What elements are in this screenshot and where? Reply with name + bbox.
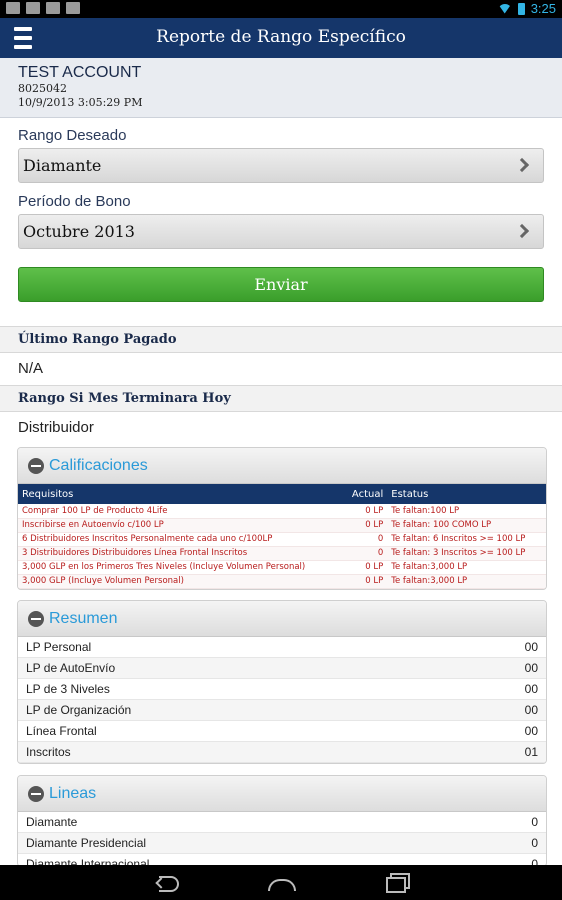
col-header-status: Estatus [387, 484, 546, 504]
summary-key: Inscritos [26, 745, 71, 759]
summary-row: LP de 3 Niveles 00 [18, 679, 546, 700]
last-rank-value: N/A [18, 360, 44, 377]
account-info: TEST ACCOUNT 8025042 10/9/2013 3:05:29 P… [0, 58, 562, 118]
summary-value: 00 [524, 682, 538, 696]
table-row: 3,000 GLP en los Primeros Tres Niveles (… [18, 560, 546, 575]
system-nav-bar [0, 865, 562, 900]
actual-cell: 0 [343, 546, 388, 561]
lines-row: Diamante Presidencial 0 [18, 833, 546, 854]
summary-key: LP de AutoEnvío [26, 661, 116, 675]
period-select-value: Octubre 2013 [23, 222, 135, 241]
summary-row: LP Personal 00 [18, 637, 546, 658]
lines-value: 0 [531, 836, 538, 850]
summary-key: Línea Frontal [26, 724, 97, 738]
home-icon[interactable] [268, 871, 296, 893]
rank-label: Rango Deseado [18, 127, 127, 144]
last-rank-header: Último Rango Pagado [0, 326, 562, 353]
table-row: 6 Distribuidores Inscritos Personalmente… [18, 532, 546, 547]
qualifications-title: Calificaciones [49, 457, 148, 474]
req-cell: Comprar 100 LP de Producto 4Life [18, 504, 344, 519]
lines-key: Diamante Presidencial [26, 836, 147, 850]
status-cell: Te faltan:100 LP [387, 504, 546, 519]
status-time: 3:25 [530, 1, 556, 16]
summary-title: Resumen [49, 610, 118, 627]
summary-key: LP Personal [26, 640, 92, 654]
status-cell: Te faltan: 100 COMO LP [387, 518, 546, 533]
summary-row: LP de AutoEnvío 00 [18, 658, 546, 679]
if-month-ended-header: Rango Si Mes Terminara Hoy [0, 385, 562, 412]
page-title: Reporte de Rango Específico [156, 27, 406, 47]
lines-panel: Lineas Diamante 0 Diamante Presidencial 0 … [17, 775, 547, 867]
status-cell: Te faltan: 6 Inscritos >= 100 LP [387, 532, 546, 547]
table-row: 3 Distribuidores Distribuidores Línea Fr… [18, 546, 546, 561]
actual-cell: 0 LP [343, 518, 388, 533]
back-icon[interactable] [154, 871, 180, 893]
period-select[interactable]: Octubre 2013 [18, 214, 544, 249]
period-label: Período de Bono [18, 193, 131, 210]
actual-cell: 0 LP [343, 504, 388, 519]
account-name: TEST ACCOUNT [18, 64, 142, 81]
req-cell: 3,000 GLP (Incluye Volumen Personal) [18, 574, 344, 589]
table-row: 3,000 GLP (Incluye Volumen Personal) 0 L… [18, 574, 546, 589]
summary-row: LP de Organización 00 [18, 700, 546, 721]
summary-value: 00 [524, 703, 538, 717]
req-cell: 3,000 GLP en los Primeros Tres Niveles (… [18, 560, 344, 575]
chevron-right-icon [514, 223, 530, 239]
notification-icons [6, 2, 80, 14]
summary-value: 01 [524, 745, 538, 759]
collapse-icon[interactable] [28, 611, 44, 627]
email-notification-icon [46, 2, 60, 14]
req-cell: 6 Distribuidores Inscritos Personalmente… [18, 532, 344, 547]
if-month-ended-value: Distribuidor [18, 419, 94, 436]
status-cell: Te faltan: 3 Inscritos >= 100 LP [387, 546, 546, 561]
recent-apps-icon[interactable] [384, 871, 410, 893]
requirements-table: Requisitos Actual Estatus Comprar 100 LP… [18, 484, 546, 589]
table-row: Inscribirse en Autoenvío c/100 LP 0 LP T… [18, 518, 546, 533]
summary-row: Línea Frontal 00 [18, 721, 546, 742]
game-controller-icon [66, 2, 80, 14]
lines-row: Diamante 0 [18, 812, 546, 833]
gmail-notification-icon [26, 2, 40, 14]
col-header-req: Requisitos [18, 484, 344, 504]
rank-select-value: Diamante [23, 156, 102, 175]
lines-key: Diamante [26, 815, 78, 829]
rank-select[interactable]: Diamante [18, 148, 544, 183]
qualifications-panel: Calificaciones Requisitos Actual Estatus… [17, 447, 547, 590]
summary-panel: Resumen LP Personal 00 LP de AutoEnvío 00 … [17, 600, 547, 764]
table-row: Comprar 100 LP de Producto 4Life 0 LP Te… [18, 504, 546, 519]
actual-cell: 0 LP [343, 574, 388, 589]
account-id: 8025042 [18, 82, 67, 95]
lines-value: 0 [531, 815, 538, 829]
qualifications-header[interactable]: Calificaciones [18, 448, 546, 484]
req-cell: 3 Distribuidores Distribuidores Línea Fr… [18, 546, 344, 561]
account-datetime: 10/9/2013 3:05:29 PM [18, 96, 143, 109]
chevron-right-icon [514, 157, 530, 173]
summary-key: LP de 3 Niveles [26, 682, 110, 696]
col-header-actual: Actual [343, 484, 388, 504]
summary-key: LP de Organización [26, 703, 132, 717]
status-cell: Te faltan:3,000 LP [387, 560, 546, 575]
summary-row: Inscritos 01 [18, 742, 546, 763]
summary-value: 00 [524, 640, 538, 654]
collapse-icon[interactable] [28, 458, 44, 474]
lines-title: Lineas [49, 785, 97, 802]
app-bar: Reporte de Rango Específico [0, 18, 562, 58]
battery-icon [517, 2, 525, 15]
req-cell: Inscribirse en Autoenvío c/100 LP [18, 518, 344, 533]
lines-header[interactable]: Lineas [18, 776, 546, 812]
status-cell: Te faltan:3,000 LP [387, 574, 546, 589]
submit-button[interactable]: Enviar [18, 267, 544, 302]
summary-value: 00 [524, 661, 538, 675]
wifi-icon [497, 3, 512, 14]
image-notification-icon [6, 2, 20, 14]
summary-header[interactable]: Resumen [18, 601, 546, 637]
status-bar: 3:25 [0, 0, 562, 18]
collapse-icon[interactable] [28, 786, 44, 802]
summary-value: 00 [524, 724, 538, 738]
actual-cell: 0 [343, 532, 388, 547]
actual-cell: 0 LP [343, 560, 388, 575]
